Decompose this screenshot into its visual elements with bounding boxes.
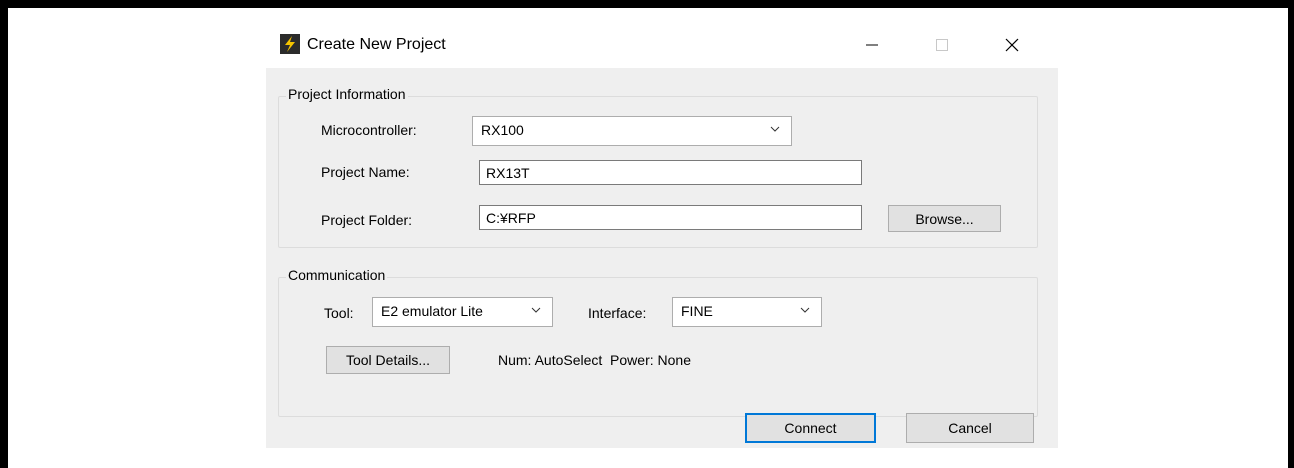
browse-button[interactable]: Browse... <box>888 205 1001 232</box>
tool-label: Tool: <box>324 305 354 321</box>
project-name-label: Project Name: <box>321 164 410 180</box>
app-lightning-icon <box>280 34 300 54</box>
tool-select[interactable]: E2 emulator Lite <box>372 297 553 327</box>
project-folder-label: Project Folder: <box>321 212 413 228</box>
cancel-button[interactable]: Cancel <box>906 413 1034 443</box>
screenshot-border-top <box>0 0 1294 8</box>
screenshot-border-left <box>0 0 8 468</box>
window-title: Create New Project <box>307 36 446 53</box>
microcontroller-value: RX100 <box>481 122 524 138</box>
chevron-down-icon <box>800 307 810 313</box>
tool-value: E2 emulator Lite <box>381 303 483 319</box>
microcontroller-select[interactable]: RX100 <box>472 116 792 146</box>
close-button[interactable] <box>990 28 1034 62</box>
dialog-client-area: Project Information Microcontroller: RX1… <box>266 68 1058 448</box>
project-information-label: Project Information <box>286 86 408 102</box>
chevron-down-icon <box>770 126 780 132</box>
title-bar: Create New Project <box>266 22 1058 68</box>
maximize-icon <box>936 39 948 51</box>
interface-value: FINE <box>681 303 713 319</box>
tool-details-button[interactable]: Tool Details... <box>326 346 450 374</box>
project-name-input[interactable] <box>479 160 862 185</box>
interface-label: Interface: <box>588 305 647 321</box>
minimize-button[interactable] <box>850 28 894 62</box>
chevron-down-icon <box>531 307 541 313</box>
connect-button[interactable]: Connect <box>745 413 876 443</box>
project-folder-input[interactable] <box>479 205 862 230</box>
microcontroller-label: Microcontroller: <box>321 122 417 138</box>
screenshot-border-right <box>1288 0 1294 468</box>
minimize-icon <box>866 44 878 46</box>
create-new-project-dialog: Create New Project Project Information M… <box>266 22 1058 448</box>
communication-label: Communication <box>286 267 388 283</box>
interface-select[interactable]: FINE <box>672 297 822 327</box>
connection-status-text: Num: AutoSelect Power: None <box>498 352 691 368</box>
close-icon <box>1005 38 1019 52</box>
maximize-button[interactable] <box>920 28 964 62</box>
